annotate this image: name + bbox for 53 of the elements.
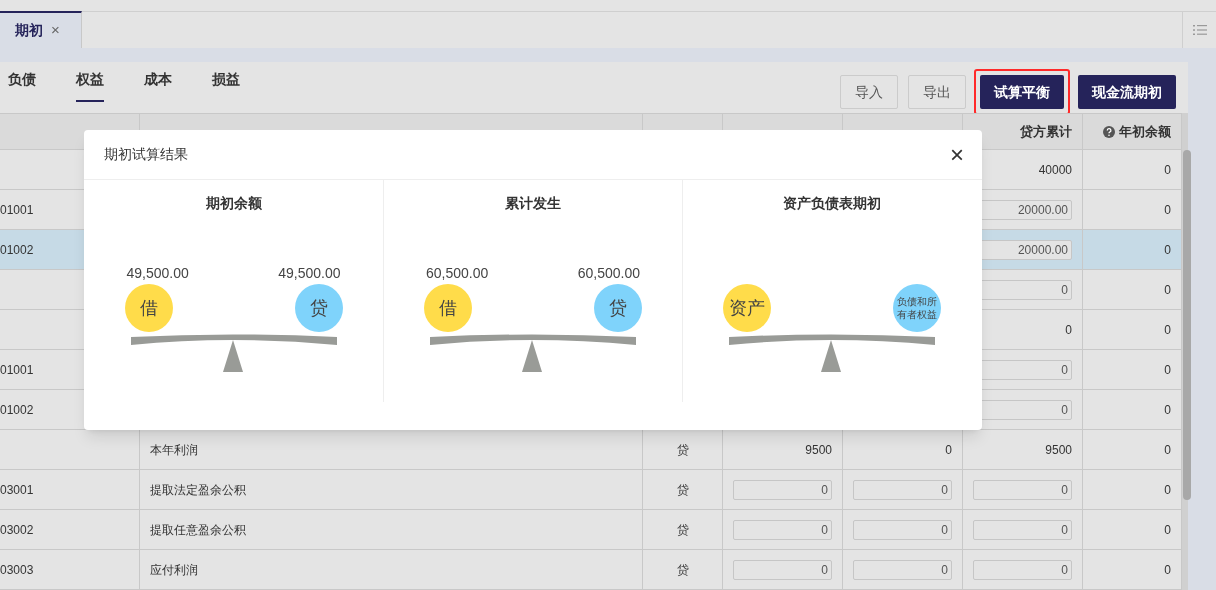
panel-title: 累计发生	[505, 194, 561, 213]
input-field[interactable]: 0	[853, 559, 952, 580]
subtab[interactable]: 负债	[8, 69, 36, 102]
table-cell-text: 01002	[0, 241, 34, 259]
amount: 60,500.00	[426, 264, 489, 283]
button[interactable]: 导入	[840, 75, 898, 109]
subtab[interactable]: 成本	[144, 69, 172, 102]
close-icon[interactable]: ×	[950, 142, 964, 167]
table-cell-text: 01002	[0, 401, 34, 419]
table-cell-text: 贷	[676, 441, 689, 459]
help-icon[interactable]	[1103, 125, 1115, 138]
input-field[interactable]: 0	[733, 519, 832, 540]
panel-title: 资产负债表期初	[783, 194, 881, 213]
amount: 49,500.00	[126, 264, 189, 283]
table-cell-text: 03002	[0, 521, 34, 539]
input-field[interactable]: 0	[733, 559, 832, 580]
input-field[interactable]: 0	[973, 479, 1072, 500]
input-field[interactable]: 0	[853, 479, 952, 500]
table-cell-text: 本年利润	[150, 441, 198, 459]
button[interactable]: 导出	[908, 75, 966, 109]
close-icon[interactable]: ×	[51, 19, 60, 42]
amount: 60,500.00	[577, 264, 640, 283]
input-field[interactable]: 0	[733, 479, 832, 500]
table-cell-text: 贷	[676, 561, 689, 579]
table-cell-text: 01001	[0, 201, 34, 219]
table-cell-text: 0	[945, 441, 952, 459]
input-field[interactable]: 0	[973, 559, 1072, 580]
dialog-title: 期初试算结果	[104, 145, 188, 164]
column-header: 贷方累计	[1020, 122, 1072, 141]
table-cell-text: 03003	[0, 561, 34, 579]
table-cell-text: 01001	[0, 361, 34, 379]
table-cell-text: 40000	[1038, 161, 1072, 179]
button[interactable]: 现金流期初	[1078, 75, 1176, 109]
subtab[interactable]: 损益	[212, 69, 240, 102]
input-field[interactable]: 0	[973, 519, 1072, 540]
table-cell-text: 03001	[0, 481, 34, 499]
table-cell-text: 0	[1065, 321, 1072, 339]
button[interactable]: 试算平衡	[980, 75, 1064, 109]
input-field[interactable]: 0	[853, 519, 952, 540]
table-cell-text: 9500	[1045, 441, 1072, 459]
amount: 49,500.00	[278, 264, 341, 283]
table-cell-text: 9500	[805, 441, 832, 459]
table-cell-text: 提取法定盈余公积	[150, 481, 246, 499]
tab[interactable]: 期初 ×	[0, 11, 82, 48]
panel-title: 期初余额	[205, 194, 262, 213]
table-cell-text: 应付利润	[150, 561, 198, 579]
table-cell-text: 贷	[676, 481, 689, 499]
column-header: 年初余额	[1119, 122, 1171, 141]
list-icon[interactable]	[1192, 24, 1207, 36]
table-cell-text: 提取任意盈余公积	[150, 521, 246, 539]
scrollbar-thumb[interactable]	[1183, 150, 1191, 500]
table-cell-text: 贷	[676, 521, 689, 539]
subtab[interactable]: 权益	[76, 69, 104, 102]
